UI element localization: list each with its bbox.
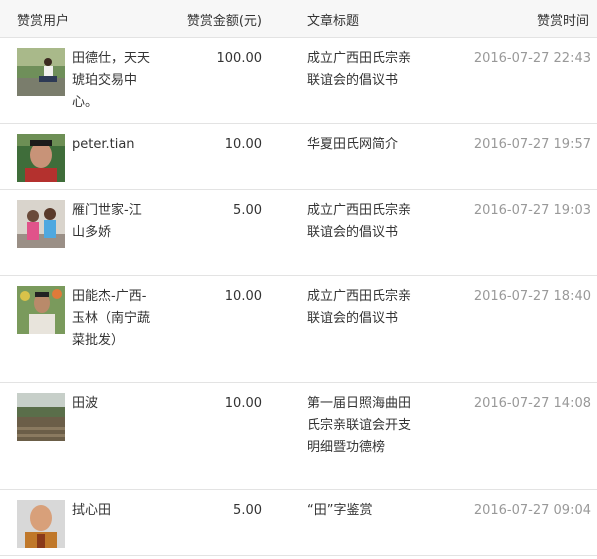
reward-amount: 10.00 <box>224 396 262 411</box>
children-photo-icon <box>17 200 65 248</box>
user-name[interactable]: 田波 <box>72 393 150 415</box>
header-time: 赞赏时间 <box>536 14 589 29</box>
avatar[interactable] <box>17 200 65 248</box>
avatar[interactable] <box>17 286 65 334</box>
table-header: 赞赏用户 赞赏金额(元) 文章标题 赞赏时间 <box>0 0 597 38</box>
user-name[interactable]: 雁门世家-江山多娇 <box>72 200 150 244</box>
table-row: peter.tian 10.00 华夏田氏网简介 2016-07-27 19:5… <box>0 124 597 190</box>
reward-table: 赞赏用户 赞赏金额(元) 文章标题 赞赏时间 田德仕，天天琥珀交易中心。 100… <box>0 0 597 556</box>
table-row: 田德仕，天天琥珀交易中心。 100.00 成立广西田氏宗亲联谊会的倡议书 201… <box>0 38 597 124</box>
avatar[interactable] <box>17 134 65 182</box>
user-name[interactable]: 拭心田 <box>72 500 150 522</box>
reward-amount: 5.00 <box>233 203 262 218</box>
man-outdoors-photo-icon <box>17 48 65 96</box>
user-name[interactable]: 田能杰-广西-玉林（南宁蔬菜批发） <box>72 286 150 352</box>
article-title[interactable]: 华夏田氏网简介 <box>307 134 411 156</box>
avatar[interactable] <box>17 48 65 96</box>
article-title[interactable]: 成立广西田氏宗亲联谊会的倡议书 <box>307 200 411 244</box>
monk-child-photo-icon <box>17 500 65 548</box>
article-title[interactable]: 成立广西田氏宗亲联谊会的倡议书 <box>307 48 411 92</box>
avatar[interactable] <box>17 500 65 548</box>
reward-amount: 10.00 <box>224 289 262 304</box>
reward-amount: 5.00 <box>233 503 262 518</box>
article-title[interactable]: 第一届日照海曲田氏宗亲联谊会开支明细暨功德榜 <box>307 393 411 459</box>
user-name[interactable]: peter.tian <box>72 134 150 156</box>
reward-time: 2016-07-27 22:43 <box>473 51 591 66</box>
header-amount: 赞赏金额(元) <box>186 14 262 29</box>
article-title[interactable]: 成立广西田氏宗亲联谊会的倡议书 <box>307 286 411 330</box>
table-row: 田波 10.00 第一届日照海曲田氏宗亲联谊会开支明细暨功德榜 2016-07-… <box>0 383 597 490</box>
reward-amount: 10.00 <box>224 137 262 152</box>
man-portrait-photo-icon <box>17 134 65 182</box>
reward-time: 2016-07-27 09:04 <box>473 503 591 518</box>
table-row: 雁门世家-江山多娇 5.00 成立广西田氏宗亲联谊会的倡议书 2016-07-2… <box>0 190 597 276</box>
avatar[interactable] <box>17 393 65 441</box>
reward-time: 2016-07-27 19:57 <box>473 137 591 152</box>
table-row: 田能杰-广西-玉林（南宁蔬菜批发） 10.00 成立广西田氏宗亲联谊会的倡议书 … <box>0 276 597 383</box>
reward-time: 2016-07-27 14:08 <box>473 396 591 411</box>
header-title: 文章标题 <box>307 14 360 29</box>
reward-time: 2016-07-27 19:03 <box>473 203 591 218</box>
user-name[interactable]: 田德仕，天天琥珀交易中心。 <box>72 48 150 114</box>
article-title[interactable]: “田”字鉴赏 <box>307 500 411 522</box>
man-flowers-photo-icon <box>17 286 65 334</box>
table-row: 拭心田 5.00 “田”字鉴赏 2016-07-27 09:04 <box>0 490 597 556</box>
header-user: 赞赏用户 <box>17 14 70 29</box>
landscape-photo-icon <box>17 393 65 441</box>
reward-amount: 100.00 <box>216 51 263 66</box>
reward-time: 2016-07-27 18:40 <box>473 289 591 304</box>
